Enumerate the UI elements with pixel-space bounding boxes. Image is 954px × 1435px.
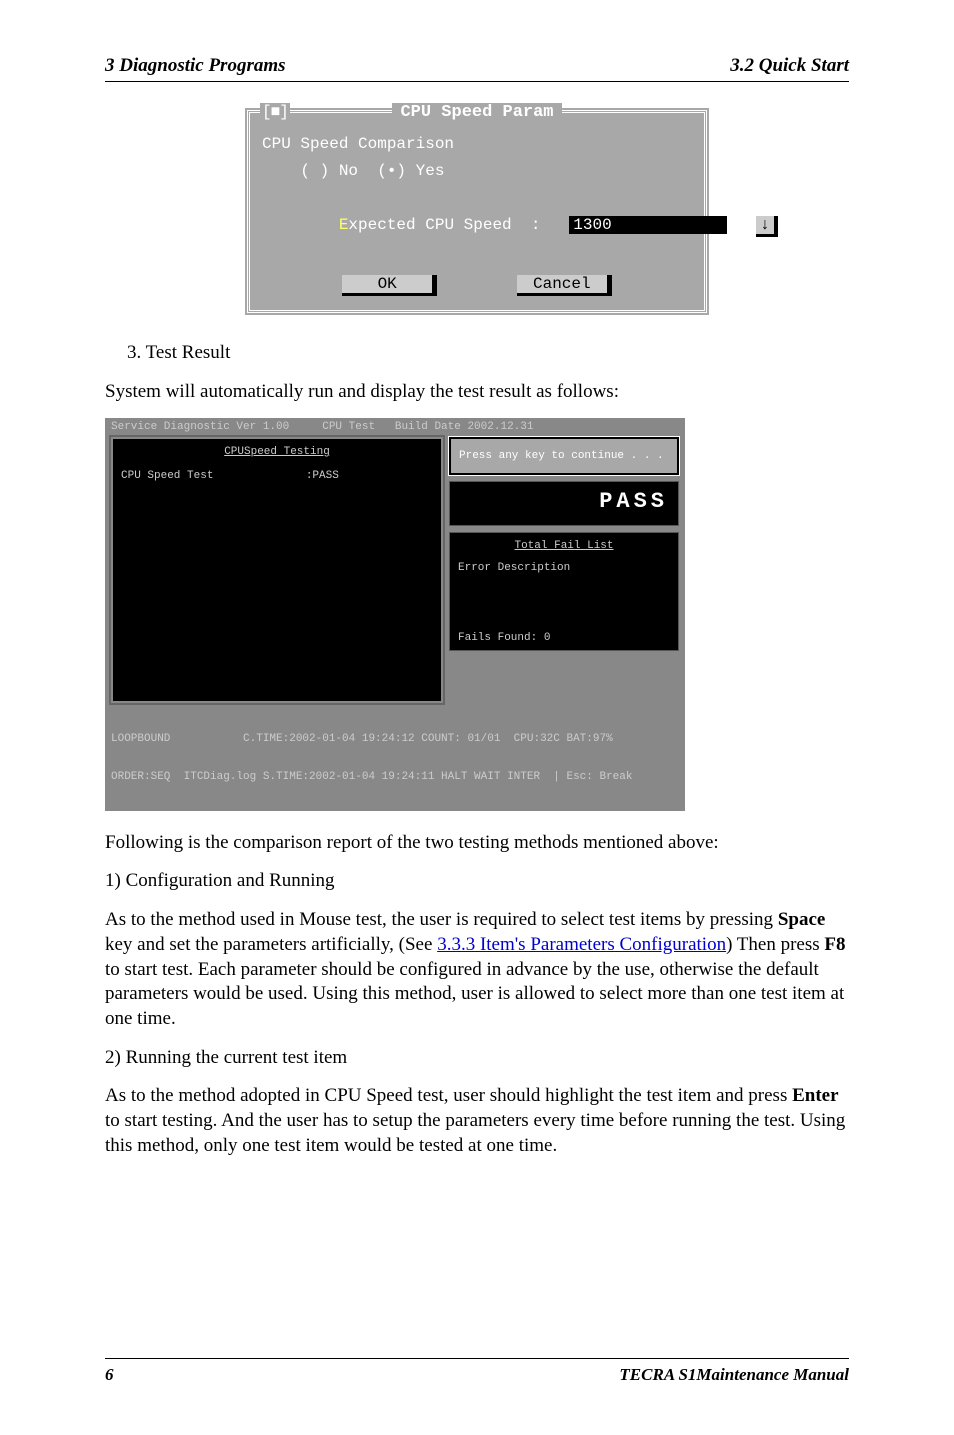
ok-button[interactable]: OK — [342, 275, 437, 296]
test-result-screen: Service Diagnostic Ver 1.00 CPU Test Bui… — [105, 418, 685, 810]
header-left: 3 Diagnostic Programs — [105, 55, 286, 77]
list-item-3: 3. Test Result — [127, 341, 849, 366]
paragraph: As to the method adopted in CPU Speed te… — [105, 1084, 849, 1158]
radio-group[interactable]: ( ) No (•) Yes — [262, 162, 692, 180]
test-log-panel: CPUSpeed Testing CPU Speed Test :PASS — [111, 437, 443, 703]
fail-list-title: Total Fail List — [458, 539, 670, 553]
comparison-label: CPU Speed Comparison — [262, 135, 692, 153]
cancel-button[interactable]: Cancel — [517, 275, 612, 296]
press-any-key-popup[interactable]: Press any key to continue . . . — [449, 437, 679, 475]
dialog-title: CPU Speed Param — [250, 103, 704, 122]
params-config-link[interactable]: 3.3.3 Item's Parameters Configuration — [437, 934, 726, 955]
header-right: 3.2 Quick Start — [730, 55, 849, 77]
result-banner: PASS — [449, 481, 679, 526]
test-log-row: CPU Speed Test :PASS — [121, 469, 433, 483]
page-number: 6 — [105, 1365, 114, 1385]
page-footer: 6 TECRA S1Maintenance Manual — [105, 1358, 849, 1385]
paragraph: Following is the comparison report of th… — [105, 831, 849, 856]
page-header: 3 Diagnostic Programs 3.2 Quick Start — [105, 55, 849, 82]
expected-speed-input[interactable]: 1300 — [569, 216, 727, 234]
cpu-speed-param-dialog: [■] CPU Speed Param CPU Speed Comparison… — [244, 107, 710, 316]
fail-list-columns: Error Description — [458, 561, 670, 575]
paragraph: As to the method used in Mouse test, the… — [105, 908, 849, 1031]
fails-found: Fails Found: 0 — [458, 631, 550, 645]
expected-row: Expected CPU Speed : 1300 ↓ — [262, 198, 692, 255]
status-bar: LOOPBOUND C.TIME:2002-01-04 19:24:12 COU… — [105, 706, 685, 811]
screen-titlebar: Service Diagnostic Ver 1.00 CPU Test Bui… — [105, 418, 685, 436]
manual-title: TECRA S1Maintenance Manual — [619, 1365, 849, 1385]
paragraph: System will automatically run and displa… — [105, 380, 849, 405]
hotkey-e: E — [339, 216, 349, 234]
test-log-title: CPUSpeed Testing — [121, 445, 433, 459]
chevron-down-icon[interactable]: ↓ — [756, 216, 778, 237]
fail-list-panel: Total Fail List Error Description Fails … — [449, 532, 679, 651]
subheading-1: 1) Configuration and Running — [105, 869, 849, 894]
subheading-2: 2) Running the current test item — [105, 1046, 849, 1071]
